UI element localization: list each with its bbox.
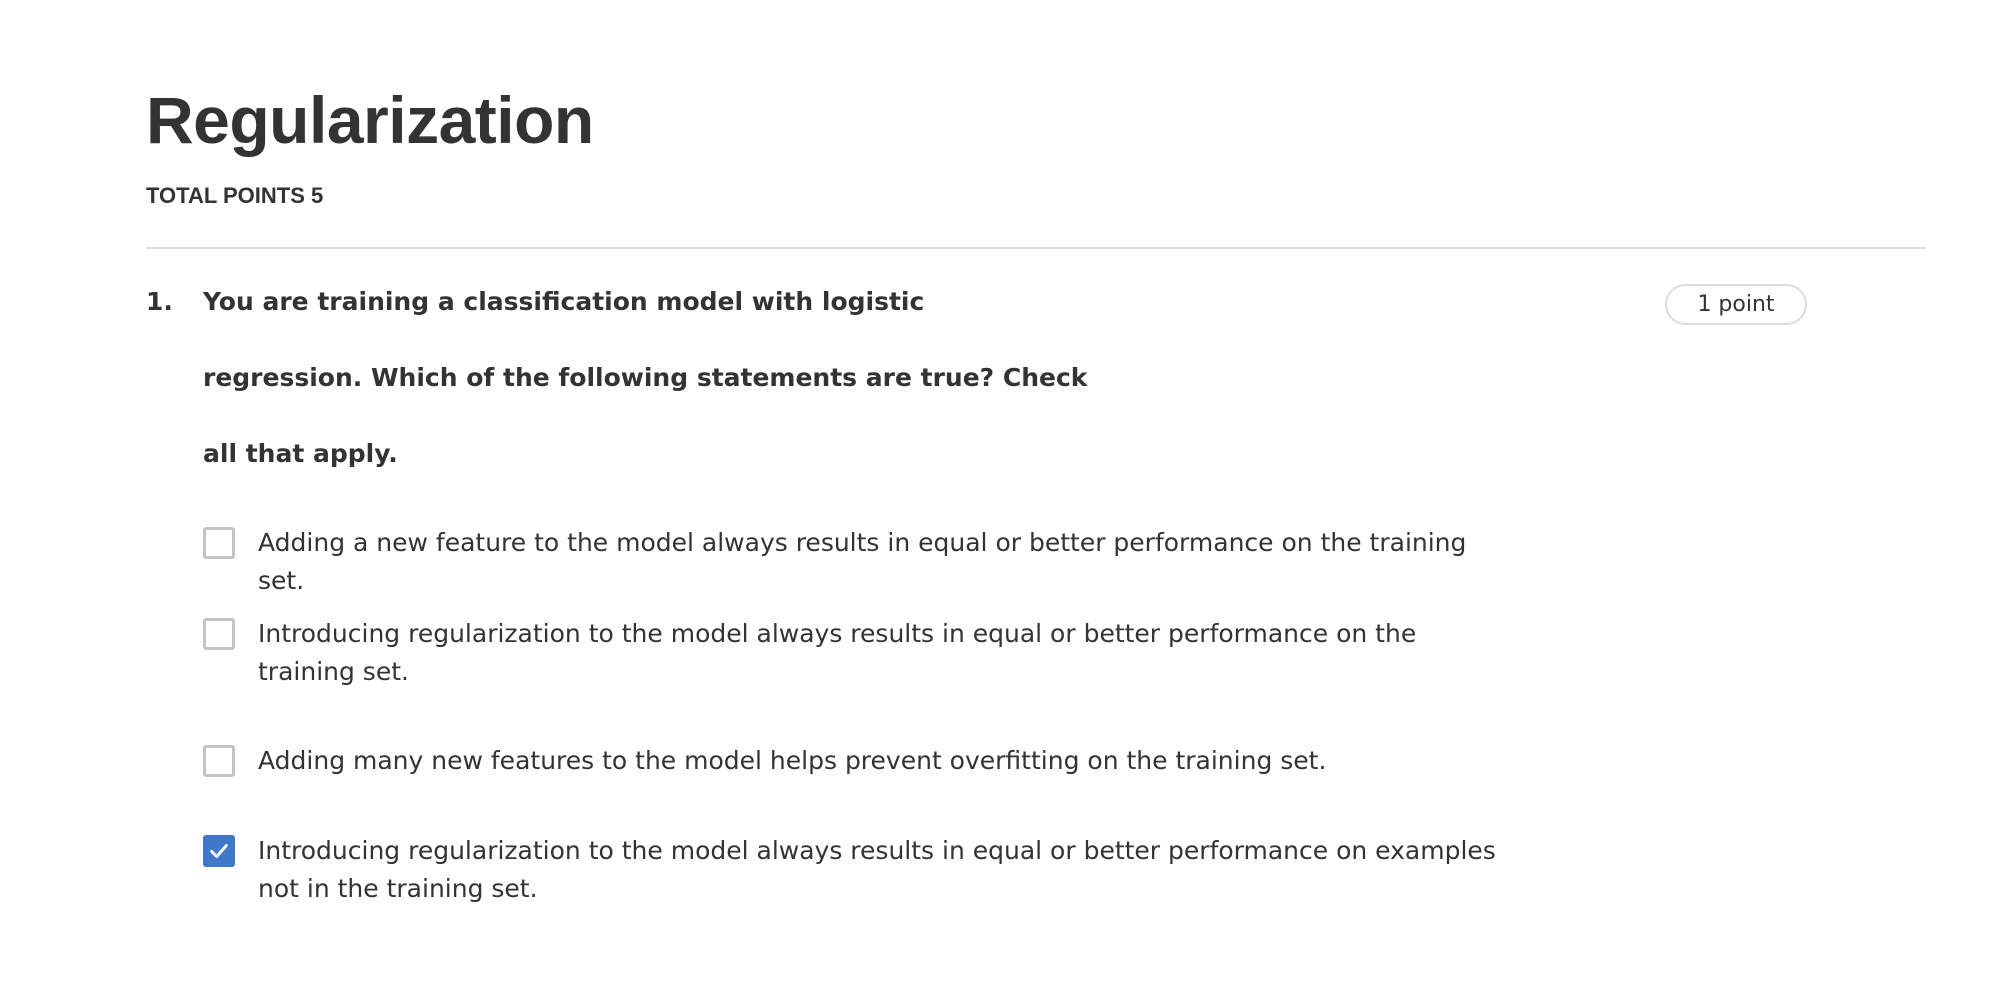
question-text-line: regression. Which of the following state… <box>203 363 1088 392</box>
divider <box>146 247 1926 249</box>
page-title: Regularization <box>146 83 594 157</box>
answer-checkbox[interactable] <box>203 745 235 777</box>
question-number: 1. <box>146 287 173 316</box>
answer-checkbox[interactable] <box>203 618 235 650</box>
total-points-label: TOTAL POINTS 5 <box>146 183 324 208</box>
points-badge: 1 point <box>1665 284 1807 325</box>
question-text-line: all that apply. <box>203 439 398 468</box>
check-icon <box>210 844 228 858</box>
answer-checkbox[interactable] <box>203 527 235 559</box>
question-text: You are training a classification model … <box>203 285 1103 471</box>
question-text-line: You are training a classification model … <box>203 287 925 316</box>
answer-option-label[interactable]: Introducing regularization to the model … <box>258 615 1518 691</box>
answer-checkbox[interactable] <box>203 835 235 867</box>
answer-option-label[interactable]: Adding a new feature to the model always… <box>258 524 1518 600</box>
answer-option-label[interactable]: Adding many new features to the model he… <box>258 742 1518 780</box>
answer-option-label[interactable]: Introducing regularization to the model … <box>258 832 1518 908</box>
